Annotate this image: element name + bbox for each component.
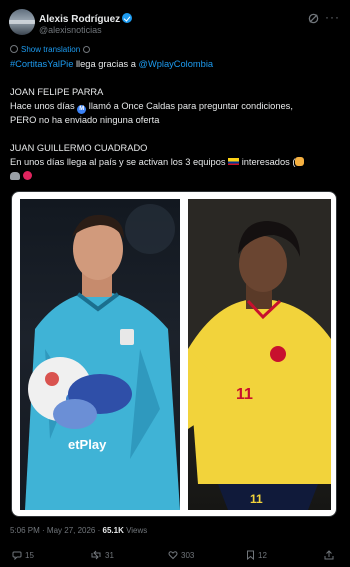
repost-button[interactable]: 31 bbox=[90, 550, 114, 560]
flexed-biceps-icon bbox=[295, 157, 305, 166]
repost-icon bbox=[91, 550, 101, 560]
post-text: interesados ( bbox=[239, 157, 296, 167]
reply-count: 15 bbox=[25, 551, 34, 560]
timestamp-text[interactable]: 5:06 PM · May 27, 2026 · bbox=[10, 526, 103, 535]
player-illustration: 11 11 bbox=[188, 199, 331, 510]
post-line-section2-a: En unos días llega al país y se activan … bbox=[10, 156, 305, 169]
share-button[interactable] bbox=[324, 550, 337, 560]
bookmark-icon bbox=[247, 550, 254, 560]
millonarios-badge-icon: M bbox=[77, 105, 87, 114]
views-label: Views bbox=[123, 526, 148, 535]
reply-button[interactable]: 15 bbox=[12, 550, 34, 560]
grok-icon[interactable] bbox=[308, 13, 319, 24]
like-count: 303 bbox=[181, 551, 195, 560]
reply-icon bbox=[12, 551, 22, 560]
verified-badge-icon bbox=[122, 13, 133, 23]
heart-icon bbox=[168, 551, 178, 560]
settings-icon[interactable] bbox=[83, 46, 91, 53]
bird-icon bbox=[10, 172, 20, 180]
avatar[interactable] bbox=[9, 9, 35, 35]
media-container[interactable]: etPlay 11 11 bbox=[11, 191, 337, 517]
section-title-1: JOAN FELIPE PARRA bbox=[10, 87, 104, 97]
author-name[interactable]: Alexis Rodríguez bbox=[39, 12, 133, 25]
shorts-number: 11 bbox=[250, 492, 263, 506]
bookmark-count: 12 bbox=[258, 551, 267, 560]
post-text: En unos días llega al país y se activan … bbox=[10, 157, 229, 167]
globe-icon bbox=[10, 45, 18, 53]
post-line-section2-b bbox=[10, 170, 32, 183]
red-circle-icon bbox=[22, 171, 32, 180]
bookmark-button[interactable]: 12 bbox=[246, 550, 267, 560]
jersey-number: 11 bbox=[236, 386, 253, 403]
post-line-section1-b: PERO no ha enviado ninguna oferta bbox=[10, 115, 160, 125]
post-line-section1-a: Hace unos días M llamó a Once Caldas par… bbox=[10, 100, 293, 114]
post-line-1: #CortitasYalPie llega gracias a @WplayCo… bbox=[10, 58, 213, 71]
goalkeeper-illustration: etPlay bbox=[25, 204, 180, 510]
views-count: 65.1K bbox=[102, 526, 124, 535]
hashtag-link[interactable]: #CortitasYalPie bbox=[10, 59, 73, 69]
action-bar: 15 31 303 12 bbox=[10, 550, 340, 564]
section-title-2: JUAN GUILLERMO CUADRADO bbox=[10, 143, 148, 153]
author-name-text[interactable]: Alexis Rodríguez bbox=[39, 14, 120, 25]
post-header: Alexis Rodríguez @alexisnoticias ··· bbox=[9, 9, 341, 39]
post-timestamp: 5:06 PM · May 27, 2026 · 65.1K Views bbox=[10, 526, 147, 535]
colombia-flag-icon bbox=[228, 158, 240, 165]
photo-cuadrado[interactable]: 11 11 bbox=[188, 199, 331, 510]
share-icon bbox=[324, 550, 334, 560]
sponsor-text: etPlay bbox=[68, 437, 107, 452]
post-text: llega gracias a bbox=[73, 59, 139, 69]
like-button[interactable]: 303 bbox=[168, 550, 194, 560]
repost-count: 31 bbox=[105, 551, 114, 560]
photo-goalkeeper[interactable]: etPlay bbox=[20, 199, 180, 510]
author-handle[interactable]: @alexisnoticias bbox=[39, 25, 102, 35]
post-text: Hace unos días bbox=[10, 101, 78, 111]
show-translation-label[interactable]: Show translation bbox=[21, 45, 80, 54]
post-text: llamó a Once Caldas para preguntar condi… bbox=[86, 101, 293, 111]
more-options-icon[interactable]: ··· bbox=[325, 11, 339, 24]
show-translation-link[interactable]: Show translation bbox=[10, 45, 91, 54]
mention-link[interactable]: @WplayColombia bbox=[139, 59, 214, 69]
